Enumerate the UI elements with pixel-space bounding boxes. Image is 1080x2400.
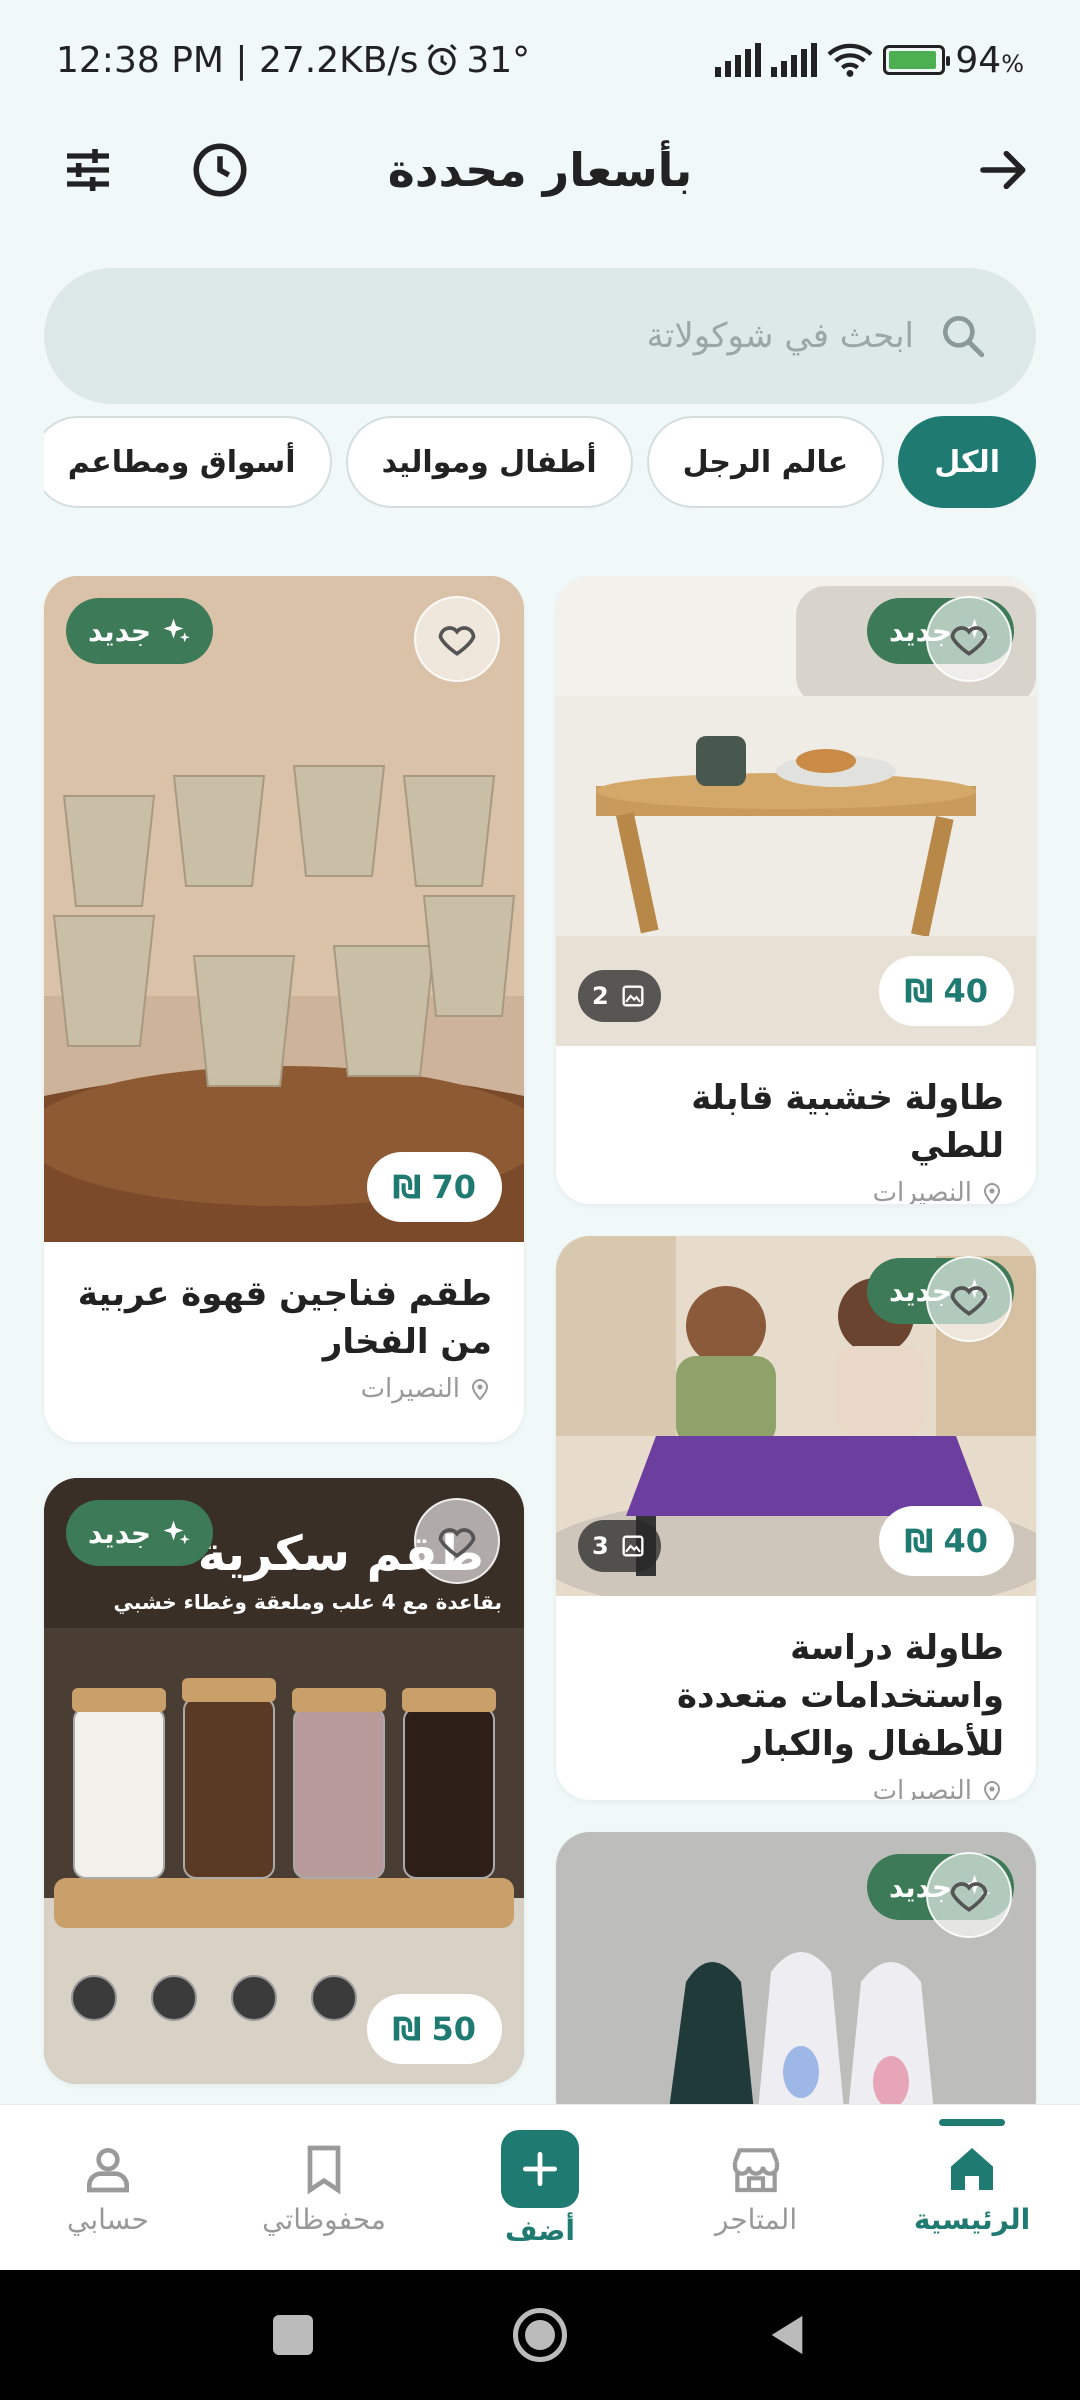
battery-level: 94% bbox=[955, 39, 1024, 81]
product-card[interactable]: جديد ₪ 70 طقم فناجين قهوة عربية من الفخا… bbox=[44, 576, 524, 1442]
status-temperature: 31° bbox=[466, 39, 531, 81]
product-image: جديد 2 ₪ 40 bbox=[556, 576, 1036, 1046]
signal-icon-2 bbox=[771, 43, 818, 77]
favorite-button[interactable] bbox=[926, 1256, 1012, 1342]
product-title: طاولة دراسة واستخدامات متعددة للأطفال وا… bbox=[676, 1628, 1004, 1764]
location-pin-icon bbox=[983, 1781, 1001, 1800]
price-tag: ₪ 70 bbox=[366, 1152, 502, 1222]
product-card[interactable]: جديد 3 ₪ 40 طاولة دراسة واستخدامات متعدد… bbox=[556, 1236, 1036, 1800]
price-tag: ₪ 40 bbox=[878, 1506, 1014, 1576]
product-card[interactable]: طقم سكرية بقاعدة مع 4 علب وملعقة وغطاء خ… bbox=[44, 1478, 524, 2084]
chip-men-world[interactable]: عالم الرجل bbox=[646, 416, 885, 508]
add-button[interactable] bbox=[501, 2129, 579, 2208]
sparkle-icon bbox=[163, 618, 190, 643]
currency-symbol: ₪ bbox=[904, 972, 934, 1010]
product-card[interactable]: جديد bbox=[556, 1832, 1036, 2104]
bottom-nav: الرئيسية المتاجر أضف محفوظاتي حسابي bbox=[0, 2104, 1080, 2270]
battery-icon bbox=[883, 45, 951, 75]
recents-button[interactable] bbox=[273, 2315, 313, 2355]
search-icon bbox=[943, 316, 985, 358]
sparkle-icon bbox=[163, 1520, 190, 1545]
clock-icon bbox=[193, 143, 247, 197]
sliders-icon bbox=[67, 149, 109, 191]
heart-icon bbox=[950, 626, 988, 656]
product-location: النصيرات bbox=[588, 1178, 1004, 1204]
heart-icon bbox=[438, 1528, 476, 1558]
favorite-button[interactable] bbox=[926, 596, 1012, 682]
search-input[interactable] bbox=[214, 316, 914, 356]
gallery-icon bbox=[622, 1535, 644, 1557]
arrow-right-icon bbox=[980, 150, 1026, 190]
price-tag: ₪ 50 bbox=[366, 1994, 502, 2064]
store-icon bbox=[732, 2147, 780, 2192]
new-badge: جديد bbox=[66, 598, 214, 664]
favorite-button[interactable] bbox=[926, 1852, 1012, 1938]
search-bar[interactable] bbox=[44, 268, 1036, 404]
wifi-icon bbox=[827, 43, 873, 77]
heart-icon bbox=[950, 1286, 988, 1316]
product-location: النصيرات bbox=[588, 1776, 1004, 1800]
location-pin-icon bbox=[983, 1183, 1001, 1204]
tab-add[interactable]: أضف bbox=[460, 2105, 620, 2271]
product-image: طقم سكرية بقاعدة مع 4 علب وملعقة وغطاء خ… bbox=[44, 1478, 524, 2084]
product-grid: جديد 2 ₪ 40 طاولة خشبية قابلة للطي النصي… bbox=[0, 576, 1080, 2104]
currency-symbol: ₪ bbox=[392, 2010, 422, 2048]
back-button[interactable] bbox=[964, 130, 1044, 210]
heart-icon bbox=[950, 1882, 988, 1912]
product-image: جديد ₪ 70 bbox=[44, 576, 524, 1242]
active-tab-indicator bbox=[939, 2119, 1005, 2126]
product-image: جديد 3 ₪ 40 bbox=[556, 1236, 1036, 1596]
banner-subtitle: بقاعدة مع 4 علب وملعقة وغطاء خشبي bbox=[113, 1590, 502, 1614]
product-card[interactable]: جديد 2 ₪ 40 طاولة خشبية قابلة للطي النصي… bbox=[556, 576, 1036, 1204]
header: بأسعار محددة bbox=[0, 110, 1080, 230]
tab-account[interactable]: حسابي bbox=[28, 2105, 188, 2271]
product-title: طاولة خشبية قابلة للطي bbox=[691, 1078, 1004, 1166]
category-chips: الكل عالم الرجل أطفال ومواليد أسواق ومطا… bbox=[44, 416, 1036, 516]
chip-all[interactable]: الكل bbox=[898, 416, 1036, 508]
location-pin-icon bbox=[471, 1379, 489, 1401]
home-icon bbox=[951, 2147, 993, 2190]
gallery-icon bbox=[622, 985, 644, 1007]
alarm-icon bbox=[427, 43, 457, 76]
status-bar: 12:38 PM | 27.2KB/s 31° 94% bbox=[0, 0, 1080, 120]
home-nav-button[interactable] bbox=[513, 2308, 567, 2362]
photo-count: 2 bbox=[578, 970, 661, 1022]
currency-symbol: ₪ bbox=[904, 1522, 934, 1560]
page-title: بأسعار محددة bbox=[387, 143, 693, 197]
bookmark-icon bbox=[307, 2145, 341, 2194]
signal-icon bbox=[715, 43, 762, 77]
status-time: 12:38 PM | 27.2KB/s bbox=[56, 39, 419, 81]
product-location: النصيرات bbox=[76, 1374, 492, 1404]
chip-markets-restaurants[interactable]: أسواق ومطاعم bbox=[44, 416, 332, 508]
chip-kids-babies[interactable]: أطفال ومواليد bbox=[345, 416, 633, 508]
tab-home[interactable]: الرئيسية bbox=[892, 2105, 1052, 2271]
favorite-button[interactable] bbox=[414, 596, 500, 682]
tab-saved[interactable]: محفوظاتي bbox=[244, 2105, 404, 2271]
tab-stores[interactable]: المتاجر bbox=[676, 2105, 836, 2271]
currency-symbol: ₪ bbox=[392, 1168, 422, 1206]
filter-button[interactable] bbox=[48, 130, 128, 210]
favorite-button[interactable] bbox=[414, 1498, 500, 1584]
new-badge: جديد bbox=[66, 1500, 214, 1566]
product-image: جديد bbox=[556, 1832, 1036, 2104]
system-nav-bar bbox=[0, 2270, 1080, 2400]
photo-count: 3 bbox=[578, 1520, 661, 1572]
history-button[interactable] bbox=[180, 130, 260, 210]
user-icon bbox=[87, 2147, 129, 2192]
heart-icon bbox=[438, 626, 476, 656]
price-tag: ₪ 40 bbox=[878, 956, 1014, 1026]
plus-icon bbox=[522, 2151, 558, 2186]
product-title: طقم فناجين قهوة عربية من الفخار bbox=[77, 1274, 492, 1362]
back-nav-icon[interactable] bbox=[767, 2312, 807, 2358]
